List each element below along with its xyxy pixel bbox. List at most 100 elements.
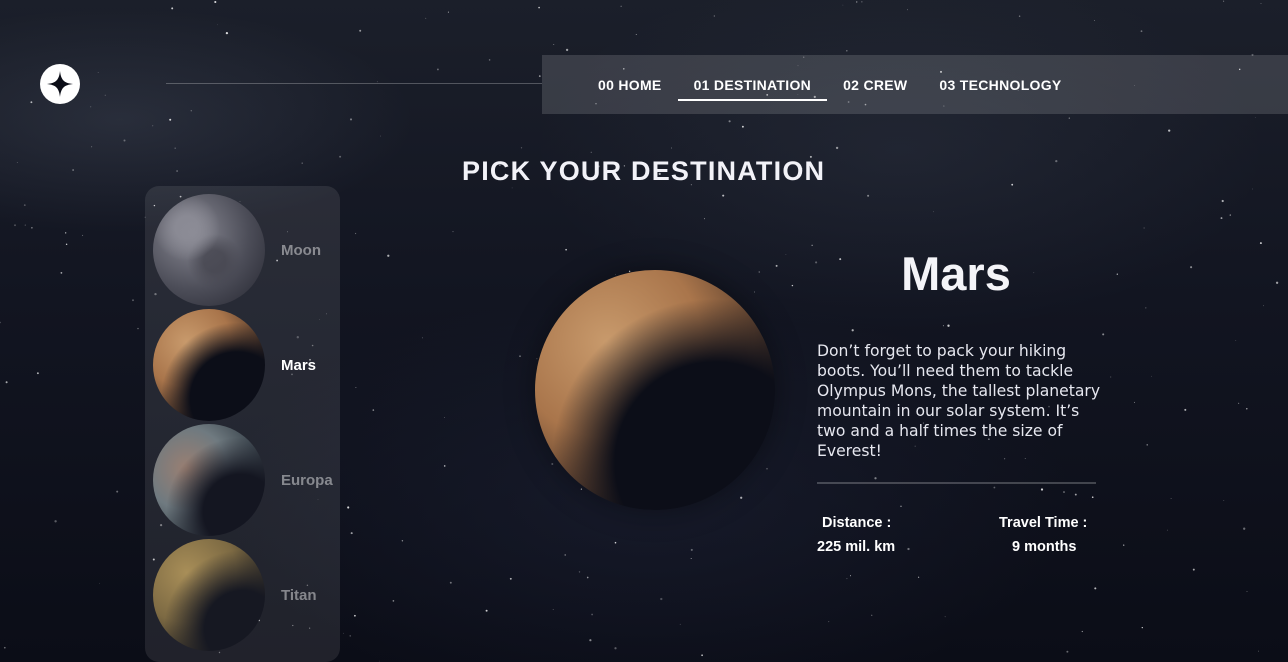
star — [0, 321, 1, 324]
destination-item-moon[interactable]: Moon — [153, 194, 340, 306]
star — [169, 118, 172, 121]
star — [671, 147, 672, 149]
star — [828, 621, 830, 623]
destination-item-titan[interactable]: Titan — [153, 539, 340, 651]
star — [754, 291, 755, 293]
star — [1252, 188, 1253, 190]
star — [590, 151, 592, 153]
destination-item-europa[interactable]: Europa — [153, 424, 340, 536]
nav-item-destination[interactable]: 01 DESTINATION — [677, 55, 828, 114]
nav-item-home[interactable]: 00 HOME — [582, 55, 678, 114]
star — [1246, 590, 1248, 593]
main-navigation: 00 HOME 01 DESTINATION 02 CREW 03 TECHNO… — [542, 55, 1288, 114]
star — [1068, 117, 1070, 119]
star — [944, 616, 946, 618]
star — [65, 243, 68, 246]
star — [1221, 199, 1224, 203]
star — [1235, 340, 1237, 341]
selected-planet-image — [535, 270, 775, 510]
star — [766, 467, 768, 470]
star — [452, 231, 454, 233]
star — [54, 520, 57, 523]
star — [380, 135, 382, 137]
star — [553, 44, 555, 45]
star — [874, 477, 877, 480]
star — [578, 571, 581, 573]
star — [401, 540, 404, 542]
star — [488, 59, 491, 61]
star — [538, 75, 541, 77]
star — [815, 261, 818, 264]
star — [349, 635, 351, 637]
star — [565, 248, 567, 251]
star — [372, 409, 375, 411]
star — [343, 632, 344, 634]
star — [354, 614, 356, 617]
star — [1116, 273, 1118, 275]
star — [1238, 402, 1240, 404]
star — [615, 274, 617, 275]
star — [443, 465, 446, 467]
star — [1243, 527, 1246, 530]
star — [907, 547, 910, 551]
star — [421, 337, 423, 339]
star — [1134, 401, 1136, 403]
star — [704, 218, 706, 220]
europa-thumbnail — [153, 424, 265, 536]
star — [635, 33, 637, 36]
nav-item-crew[interactable]: 02 CREW — [827, 55, 923, 114]
star — [511, 187, 513, 189]
star — [72, 169, 74, 171]
star — [1123, 544, 1125, 546]
destination-item-mars[interactable]: Mars — [153, 309, 340, 421]
nav-divider-line — [166, 83, 542, 84]
star — [449, 581, 452, 584]
star — [137, 327, 139, 330]
star — [741, 125, 744, 128]
star — [690, 557, 692, 560]
star — [791, 284, 794, 287]
star — [216, 24, 218, 26]
star — [1143, 227, 1145, 229]
star — [565, 48, 569, 52]
star — [65, 232, 67, 234]
star — [536, 358, 538, 360]
star — [447, 11, 449, 13]
star — [1275, 281, 1279, 284]
star — [728, 120, 731, 123]
travel-time-value: 9 months — [1012, 539, 1077, 555]
star — [16, 161, 18, 163]
star — [392, 600, 395, 602]
distance-value: 225 mil. km — [817, 539, 896, 555]
star — [690, 548, 693, 551]
star — [1257, 650, 1260, 652]
star — [425, 17, 427, 19]
star — [190, 110, 192, 112]
star — [104, 94, 106, 96]
star — [855, 1, 858, 3]
star — [591, 613, 593, 616]
star — [947, 324, 950, 327]
star — [1223, 0, 1225, 2]
star — [3, 646, 6, 649]
star — [679, 623, 681, 625]
star — [99, 582, 100, 584]
star — [1018, 15, 1021, 17]
star — [1254, 117, 1256, 119]
star — [1066, 650, 1069, 653]
star — [1081, 630, 1083, 633]
star — [90, 106, 92, 108]
star — [660, 597, 663, 601]
star — [586, 576, 589, 579]
star — [116, 490, 119, 493]
star — [849, 575, 852, 577]
star — [359, 29, 362, 32]
star — [97, 72, 99, 73]
star — [350, 532, 353, 535]
nav-item-technology[interactable]: 03 TECHNOLOGY — [923, 55, 1077, 114]
star — [14, 224, 16, 227]
logo-star-icon[interactable] — [40, 64, 80, 104]
star — [1140, 30, 1143, 33]
star — [436, 68, 439, 71]
star — [444, 417, 445, 418]
